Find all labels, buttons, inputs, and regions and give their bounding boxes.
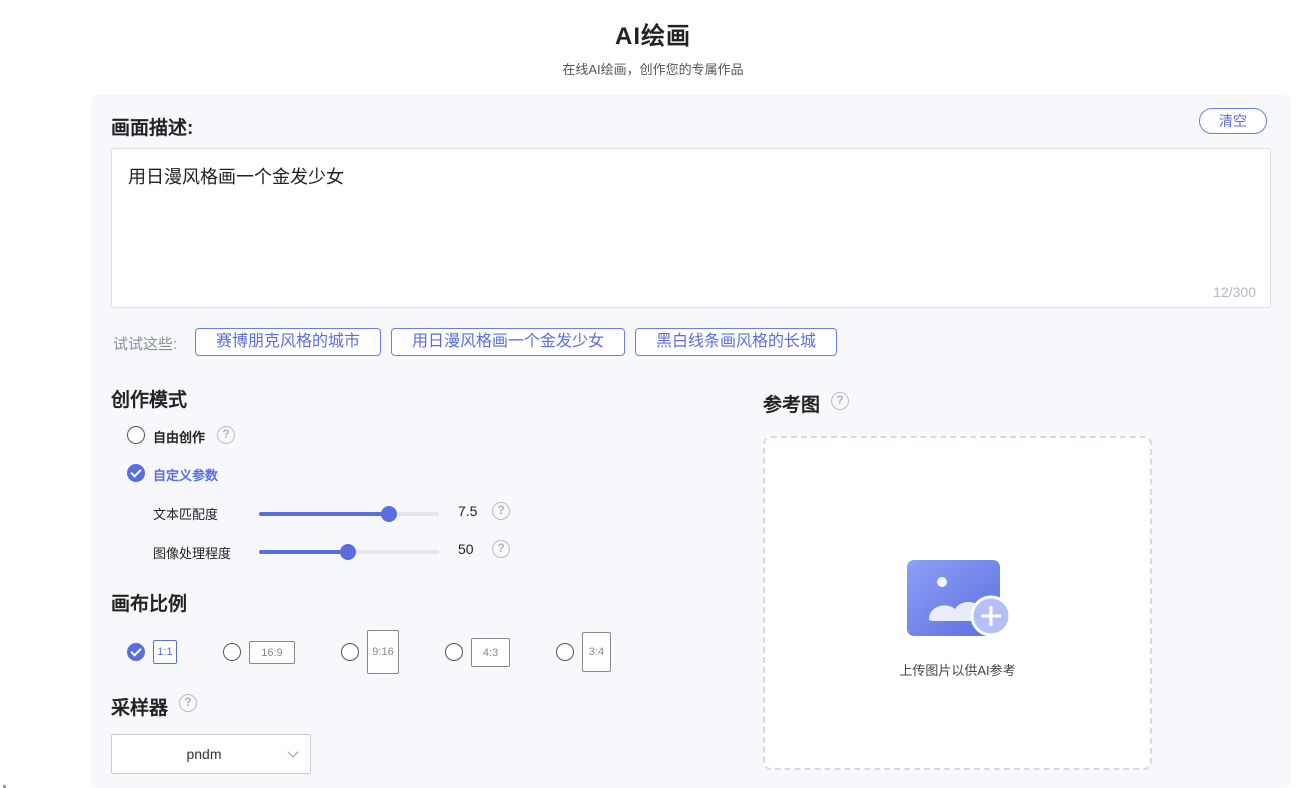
page-subtitle: 在线AI绘画，创作您的专属作品 bbox=[562, 62, 744, 77]
ratio-4-3-box[interactable]: 4:3 bbox=[471, 638, 510, 667]
image-plus-icon bbox=[907, 560, 1012, 637]
ratio-4-3-radio[interactable] bbox=[445, 643, 463, 661]
description-text: 用日漫风格画一个金发少女 bbox=[128, 167, 344, 187]
reference-title: 参考图 bbox=[763, 395, 821, 416]
text-match-value: 7.5 bbox=[458, 503, 478, 519]
question-circle-icon[interactable]: ? bbox=[179, 694, 197, 712]
image-strength-value: 50 bbox=[458, 541, 474, 557]
ratio-1-1-box[interactable]: 1:1 bbox=[153, 640, 177, 664]
mode-custom-label: 自定义参数 bbox=[153, 468, 219, 483]
text-match-slider[interactable] bbox=[259, 506, 439, 522]
image-strength-label: 图像处理程度 bbox=[153, 546, 232, 561]
ratio-16-9-radio[interactable] bbox=[223, 643, 241, 661]
slider-thumb[interactable] bbox=[380, 506, 397, 522]
sampler-select[interactable]: pndm bbox=[111, 734, 311, 774]
description-textarea[interactable]: 用日漫风格画一个金发少女 12/300 bbox=[111, 148, 1271, 308]
ratio-1-1-radio[interactable] bbox=[127, 643, 145, 661]
suggestion-chip[interactable]: 黑白线条画风格的长城 bbox=[635, 328, 837, 356]
text-match-label: 文本匹配度 bbox=[153, 507, 219, 522]
character-count: 12/300 bbox=[1213, 284, 1256, 300]
mode-free-label: 自由创作 bbox=[153, 430, 206, 445]
mode-title: 创作模式 bbox=[111, 390, 188, 411]
slider-thumb[interactable] bbox=[340, 544, 357, 560]
ratio-16-9-box[interactable]: 16:9 bbox=[249, 641, 295, 664]
suggestion-chip[interactable]: 用日漫风格画一个金发少女 bbox=[391, 328, 625, 356]
image-strength-slider[interactable] bbox=[259, 544, 439, 560]
upload-hint: 上传图片以供AI参考 bbox=[899, 663, 1016, 678]
slider-fill bbox=[259, 512, 389, 516]
question-circle-icon[interactable]: ? bbox=[492, 502, 510, 520]
slider-fill bbox=[259, 550, 349, 554]
sampler-title: 采样器 bbox=[111, 698, 169, 719]
clear-button[interactable]: 清空 bbox=[1199, 108, 1267, 134]
ratio-3-4-box[interactable]: 3:4 bbox=[582, 632, 611, 672]
sampler-value: pndm bbox=[186, 746, 222, 762]
suggestions-label: 试试这些: bbox=[113, 336, 178, 353]
ratio-3-4-radio[interactable] bbox=[556, 643, 574, 661]
ratio-9-16-box[interactable]: 9:16 bbox=[367, 630, 399, 674]
question-circle-icon[interactable]: ? bbox=[492, 540, 510, 558]
ratio-9-16-radio[interactable] bbox=[341, 643, 359, 661]
question-circle-icon[interactable]: ? bbox=[217, 426, 235, 444]
suggestion-chip[interactable]: 赛博朋克风格的城市 bbox=[195, 328, 381, 356]
mode-free-radio[interactable] bbox=[127, 426, 145, 444]
ratio-title: 画布比例 bbox=[111, 594, 188, 615]
reference-upload-area[interactable]: 上传图片以供AI参考 bbox=[763, 436, 1152, 770]
mode-custom-radio[interactable] bbox=[127, 464, 145, 482]
description-label: 画面描述: bbox=[111, 118, 194, 139]
question-circle-icon[interactable]: ? bbox=[831, 392, 849, 410]
ai-drawing-page: AI绘画 在线AI绘画，创作您的专属作品 画面描述: 清空 用日漫风格画一个金发… bbox=[0, 0, 1306, 788]
page-title: AI绘画 bbox=[615, 23, 691, 50]
